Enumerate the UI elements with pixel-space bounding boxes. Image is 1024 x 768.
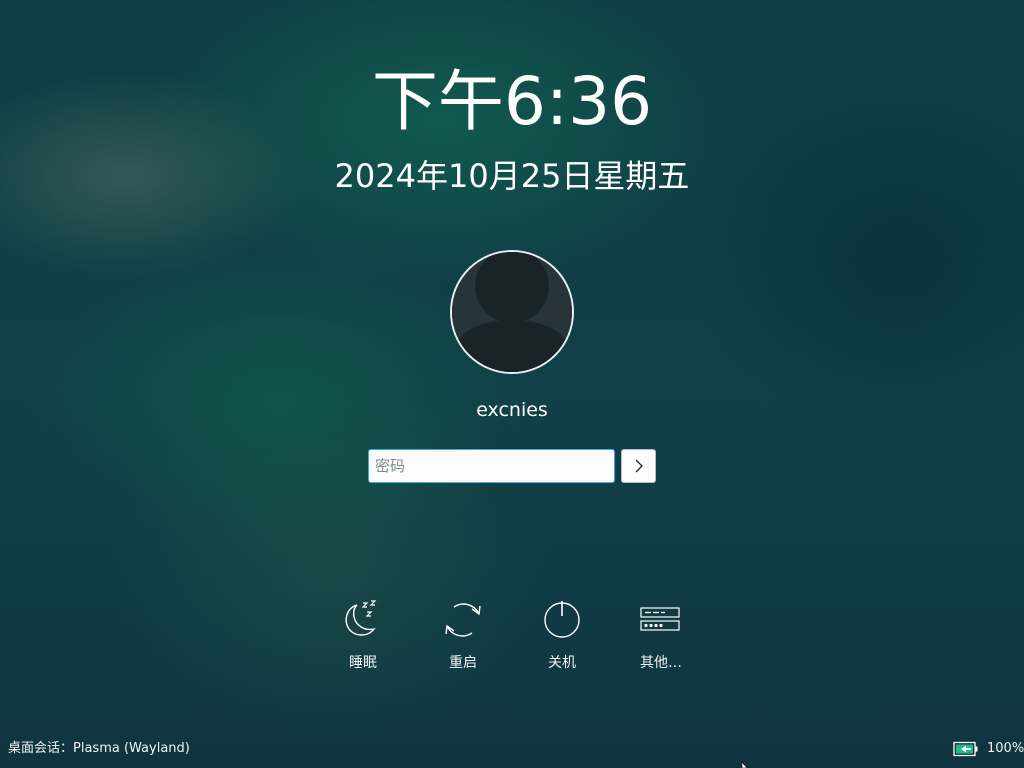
switch-user-icon [640,607,680,631]
username: excnies [476,399,548,421]
password-input[interactable] [368,449,615,483]
login-button[interactable] [621,449,656,483]
date: 2024年10月25日星期五 [334,157,690,195]
clock: 下午6:36 [371,63,653,140]
sleep-icon [345,600,377,636]
restart-label: 重启 [449,655,477,671]
sleep-button[interactable]: 睡眠 [323,598,403,672]
battery-charging-icon [953,741,978,757]
user-silhouette-icon [452,252,572,372]
restart-icon [445,603,481,637]
other-button[interactable]: 其他… [621,598,701,672]
other-label: 其他… [640,655,682,671]
session-selector[interactable]: 桌面会话：Plasma (Wayland) [8,740,190,758]
shutdown-icon [544,601,580,638]
chevron-right-icon [635,459,643,473]
sleep-label: 睡眠 [349,655,377,671]
shutdown-label: 关机 [548,655,576,671]
battery-indicator: 100% [953,740,1024,758]
user-avatar[interactable] [450,250,574,374]
shutdown-button[interactable]: 关机 [522,598,602,672]
restart-button[interactable]: 重启 [423,598,503,672]
mouse-pointer-icon [742,762,748,768]
battery-percent: 100% [987,741,1024,756]
